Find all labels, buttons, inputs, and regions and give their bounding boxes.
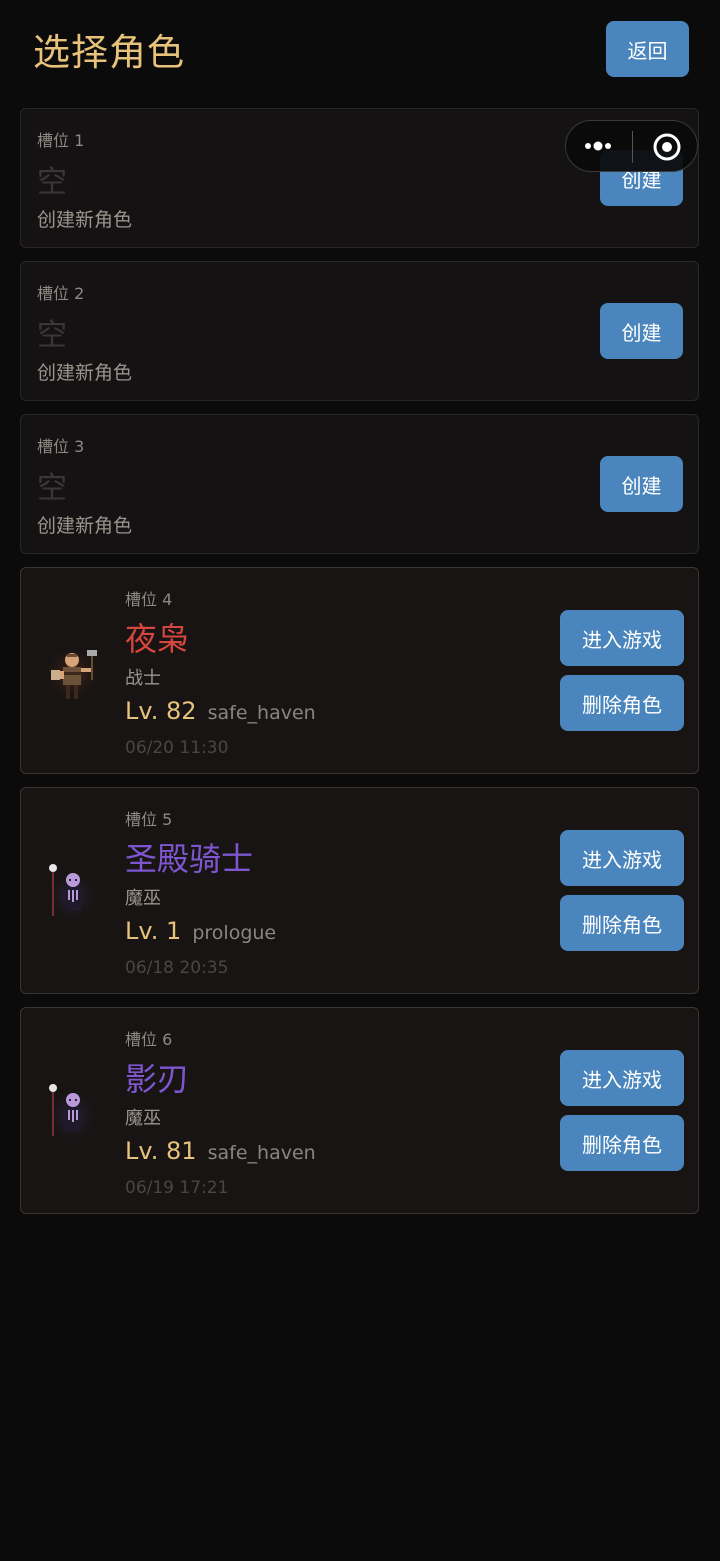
- slot-card-3: 槽位 3 空 创建新角色 创建: [20, 414, 699, 554]
- slot-label: 槽位 1: [37, 131, 85, 150]
- slot-card-6: 槽位 6 影刃 魔巫 Lv. 81 safe_haven 06/19 17:21…: [20, 1007, 699, 1214]
- character-level: Lv. 1: [125, 917, 182, 945]
- slot-label: 槽位 6: [125, 1030, 173, 1049]
- empty-description: 创建新角色: [37, 209, 133, 231]
- character-level: Lv. 82: [125, 697, 197, 725]
- character-class: 魔巫: [125, 1108, 161, 1129]
- delete-character-button[interactable]: 删除角色: [560, 1115, 684, 1171]
- empty-description: 创建新角色: [37, 362, 133, 384]
- slot-label: 槽位 4: [125, 590, 173, 609]
- slot-card-4: 槽位 4 夜枭 战士 Lv. 82 safe_haven 06/20 11:30…: [20, 567, 699, 774]
- mini-program-capsule: [565, 120, 698, 172]
- enter-game-button[interactable]: 进入游戏: [560, 1050, 684, 1106]
- empty-indicator: 空: [37, 471, 67, 506]
- empty-description: 创建新角色: [37, 515, 133, 537]
- create-button[interactable]: 创建: [600, 303, 683, 359]
- delete-character-button[interactable]: 删除角色: [560, 675, 684, 731]
- warrior-avatar-icon: [39, 634, 105, 710]
- enter-game-button[interactable]: 进入游戏: [560, 610, 684, 666]
- empty-indicator: 空: [37, 318, 67, 353]
- last-played-time: 06/20 11:30: [125, 738, 229, 758]
- level-row: Lv. 1 prologue: [125, 917, 276, 945]
- level-row: Lv. 81 safe_haven: [125, 1137, 316, 1165]
- last-played-time: 06/19 17:21: [125, 1178, 229, 1198]
- empty-indicator: 空: [37, 165, 67, 200]
- target-circle-icon[interactable]: [652, 132, 682, 162]
- mage-avatar-icon: [39, 854, 105, 930]
- last-played-time: 06/18 20:35: [125, 958, 229, 978]
- character-name: 影刃: [125, 1060, 190, 1098]
- character-location: safe_haven: [207, 1142, 316, 1164]
- character-class: 战士: [125, 668, 161, 689]
- slot-card-2: 槽位 2 空 创建新角色 创建: [20, 261, 699, 401]
- slot-card-5: 槽位 5 圣殿骑士 魔巫 Lv. 1 prologue 06/18 20:35 …: [20, 787, 699, 994]
- delete-character-button[interactable]: 删除角色: [560, 895, 684, 951]
- page-title: 选择角色: [33, 31, 185, 74]
- slot-label: 槽位 3: [37, 437, 85, 456]
- character-name: 夜枭: [125, 620, 190, 658]
- character-name: 圣殿骑士: [125, 840, 254, 878]
- create-button[interactable]: 创建: [600, 456, 683, 512]
- level-row: Lv. 82 safe_haven: [125, 697, 316, 725]
- character-location: safe_haven: [207, 702, 316, 724]
- capsule-divider: [632, 131, 633, 163]
- more-dots-icon[interactable]: [584, 134, 616, 158]
- character-level: Lv. 81: [125, 1137, 197, 1165]
- character-class: 魔巫: [125, 888, 161, 909]
- mage-avatar-icon: [39, 1074, 105, 1150]
- header: 选择角色 返回: [0, 0, 720, 100]
- back-button[interactable]: 返回: [606, 21, 689, 77]
- slot-label: 槽位 5: [125, 810, 173, 829]
- character-location: prologue: [192, 922, 277, 944]
- slot-label: 槽位 2: [37, 284, 85, 303]
- enter-game-button[interactable]: 进入游戏: [560, 830, 684, 886]
